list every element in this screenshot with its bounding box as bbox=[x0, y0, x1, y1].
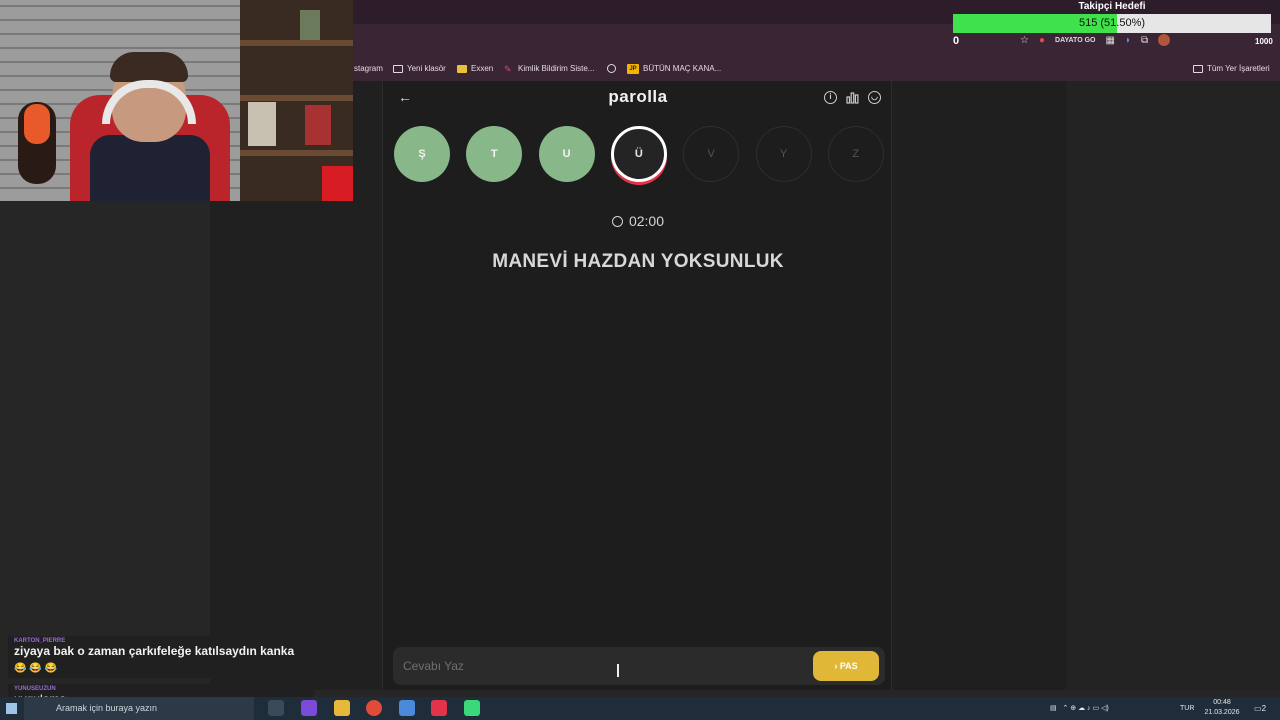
text-cursor bbox=[617, 664, 619, 677]
follower-goal-title: Takipçi Hedefi bbox=[1078, 1, 1146, 12]
right-panel bbox=[1066, 81, 1280, 690]
app-icon[interactable] bbox=[464, 700, 480, 716]
letter-pending: V bbox=[683, 126, 740, 182]
windows-start-icon[interactable] bbox=[6, 703, 17, 714]
stats-icon[interactable] bbox=[846, 91, 859, 104]
taskbar-clock[interactable]: 00:48 21.03.2026 bbox=[1200, 698, 1244, 718]
letter-done: T bbox=[466, 126, 523, 182]
chat-username: YUNUSEUZUN bbox=[14, 686, 56, 692]
letter-done: Ş bbox=[394, 126, 450, 182]
letter-done: U bbox=[538, 126, 595, 182]
exxen-icon bbox=[457, 64, 467, 73]
app-icon[interactable] bbox=[431, 700, 447, 716]
bookmark-yeni-klasor[interactable]: Yeni klasör bbox=[393, 56, 446, 81]
bookmark-butun-mac[interactable]: JP BÜTÜN MAÇ KANA... bbox=[627, 56, 721, 81]
extension-blue-icon[interactable]: ◗ bbox=[1125, 35, 1131, 46]
letter-active: Ü bbox=[610, 126, 667, 182]
tag-icon: ✎ bbox=[504, 63, 512, 74]
jp-icon: JP bbox=[627, 63, 639, 74]
chat-message: KARTON_PIERRE ziyaya bak o zaman çarkıfe… bbox=[8, 636, 314, 678]
app-icon[interactable] bbox=[399, 700, 415, 716]
clock-icon bbox=[611, 216, 623, 227]
timer: 02:00 bbox=[383, 213, 893, 229]
pass-button[interactable]: › PAS bbox=[813, 651, 879, 681]
taskbar: Aramak için buraya yazın ▤ ⌃ ⊕ ☁ ♪ ▭ ◁) … bbox=[0, 697, 1280, 720]
bookmark-globe[interactable] bbox=[607, 56, 616, 81]
bookmark-exxen[interactable]: Exxen bbox=[457, 56, 493, 81]
parolla-game: ← parolla i ◡ ŞTUÜVYZ 02:00 MANEVİ HAZDA… bbox=[382, 81, 892, 690]
webcam-overlay bbox=[0, 0, 353, 201]
chat-username: KARTON_PIERRE bbox=[14, 638, 66, 644]
chat-emotes: 😂 😂 😂 bbox=[14, 663, 57, 674]
extension-icon[interactable]: ▦ bbox=[1105, 35, 1114, 46]
bookmark-kimlik-bildirim[interactable]: ✎ Kimlik Bildirim Siste... bbox=[504, 56, 594, 81]
file-explorer-icon[interactable] bbox=[334, 700, 350, 716]
answer-bar: › PAS bbox=[393, 647, 885, 685]
app-icon[interactable] bbox=[301, 700, 317, 716]
chat-text: ziyaya bak o zaman çarkıfeleğe katılsayd… bbox=[14, 644, 295, 658]
extension-red-icon[interactable]: ● bbox=[1039, 35, 1045, 46]
bookmark-instagram[interactable]: stagram bbox=[354, 56, 383, 81]
right-gutter bbox=[892, 81, 1066, 690]
globe-icon bbox=[607, 64, 616, 73]
game-logo: parolla bbox=[608, 87, 668, 106]
tray-icons[interactable]: ▤ ⌃ ⊕ ☁ ♪ ▭ ◁) bbox=[1050, 697, 1109, 720]
task-view-icon[interactable] bbox=[268, 700, 284, 716]
folder-icon bbox=[393, 64, 403, 73]
notification-icon[interactable]: ▭2 bbox=[1254, 697, 1266, 720]
letter-pending: Z bbox=[827, 126, 884, 182]
all-bookmarks[interactable]: Tüm Yer İşaretleri bbox=[1193, 56, 1270, 81]
profile-icon[interactable]: ◡ bbox=[868, 91, 881, 104]
taskbar-search[interactable]: Aramak için buraya yazın bbox=[24, 697, 254, 720]
letter-pending: Y bbox=[755, 126, 812, 182]
left-background bbox=[0, 201, 210, 690]
question-text: MANEVİ HAZDAN YOKSUNLUK bbox=[492, 251, 784, 272]
star-icon[interactable]: ☆ bbox=[1020, 35, 1029, 46]
info-icon[interactable]: i bbox=[824, 91, 837, 104]
puzzle-icon[interactable]: ⧉ bbox=[1141, 35, 1148, 46]
follower-goal-progress: 515 (51.50%) bbox=[1078, 17, 1146, 29]
extension-label[interactable]: DAYATO GO bbox=[1055, 37, 1095, 44]
answer-input[interactable] bbox=[393, 647, 803, 685]
follower-goal-bar: 515 (51.50%) bbox=[953, 14, 1271, 33]
language-indicator[interactable]: TUR bbox=[1180, 697, 1194, 720]
flag bbox=[322, 166, 353, 201]
follower-goal-end: 1000 bbox=[1255, 37, 1273, 46]
folder-icon bbox=[1193, 64, 1203, 73]
chevron-right-icon: › bbox=[834, 661, 838, 671]
follower-goal-start: 0 bbox=[953, 35, 960, 47]
chrome-icon[interactable] bbox=[366, 700, 382, 716]
avatar[interactable] bbox=[1158, 34, 1171, 46]
